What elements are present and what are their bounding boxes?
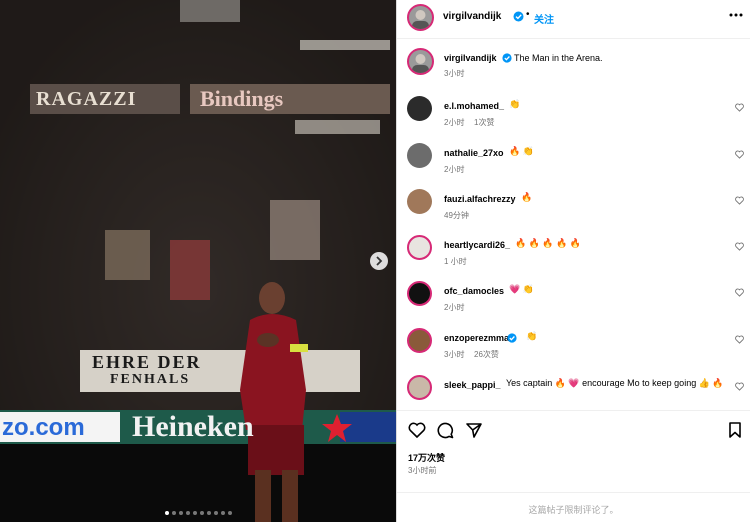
- heart-icon[interactable]: [735, 288, 744, 297]
- comment-text: 🔥 🔥 🔥 🔥 🔥: [515, 238, 582, 248]
- comment-username[interactable]: fauzi.alfachrezzy: [444, 194, 516, 204]
- comment-text: 👏: [526, 331, 538, 341]
- comment-time[interactable]: 3小时: [444, 349, 464, 360]
- caption-time: 3小时: [444, 69, 465, 78]
- avatar: [412, 10, 429, 29]
- comment-avatar[interactable]: [407, 328, 432, 353]
- comment-text: Yes captain 🔥 💗 encourage Mo to keep goi…: [506, 378, 724, 388]
- comment-item: enzoperezmma 👏 3小时 26次赞: [397, 326, 750, 370]
- comment-text: 👏: [509, 99, 521, 109]
- comment-username[interactable]: heartlycardi26_: [444, 240, 510, 250]
- carousel-dot: [164, 511, 169, 515]
- action-bar: 17万次赞 3小时前 这篇帖子限制评论了。: [397, 410, 750, 523]
- star-icon: [322, 414, 352, 442]
- comment-time[interactable]: 49分钟: [444, 210, 469, 221]
- author-avatar[interactable]: [407, 4, 434, 31]
- comment-username[interactable]: ofc_damocles: [444, 286, 504, 296]
- banner-ragazzi: RAGAZZI: [36, 88, 137, 110]
- comment-item: nathalie_27xo 🔥 👏 2小时: [397, 141, 750, 185]
- comment-time[interactable]: 1 小时: [444, 256, 467, 267]
- carousel-dot: [178, 511, 183, 515]
- comment-text: 💗 👏: [509, 284, 534, 294]
- caption: virgilvandijk The Man in the Arena. 3小时: [397, 44, 750, 84]
- avatar: [412, 54, 429, 73]
- follow-button[interactable]: 关注: [534, 11, 554, 26]
- carousel-dot: [185, 511, 190, 515]
- banner-ehre: EHRE DER: [92, 352, 202, 372]
- post-image: RAGAZZI Bindings EHRE DER FENHALS zo.com…: [0, 0, 396, 522]
- next-slide-button[interactable]: [370, 252, 388, 270]
- carousel-dot: [171, 511, 176, 515]
- comment-likes[interactable]: 1次赞: [474, 117, 494, 128]
- heart-icon[interactable]: [735, 242, 744, 251]
- comment-item: heartlycardi26_ 🔥 🔥 🔥 🔥 🔥 1 小时: [397, 233, 750, 277]
- comment-avatar[interactable]: [407, 143, 432, 168]
- banner-fenhals: FENHALS: [110, 372, 191, 387]
- comment-text: 🔥: [521, 192, 533, 202]
- comment-avatar[interactable]: [407, 189, 432, 214]
- ad-board-left: zo.com: [2, 414, 85, 441]
- author-username[interactable]: virgilvandijk: [443, 11, 501, 22]
- caption-username[interactable]: virgilvandijk: [444, 53, 497, 63]
- heart-icon[interactable]: [735, 335, 744, 344]
- carousel-dot: [192, 511, 197, 515]
- comment-time[interactable]: 2小时: [444, 302, 464, 313]
- ad-board-heineken: Heineken: [132, 410, 254, 443]
- caption-text: The Man in the Arena.: [514, 53, 603, 63]
- comment-time[interactable]: 2小时: [444, 117, 464, 128]
- send-icon[interactable]: [465, 421, 483, 439]
- carousel-dot: [227, 511, 232, 515]
- comment-likes[interactable]: 26次赞: [474, 349, 499, 360]
- dot-separator: •: [526, 9, 530, 20]
- bookmark-icon[interactable]: [728, 421, 742, 439]
- carousel-dots: [0, 511, 396, 515]
- comment-icon[interactable]: [436, 421, 454, 439]
- verified-badge-icon: [502, 53, 512, 63]
- comment-text: 🔥 👏: [509, 146, 534, 156]
- comment-avatar[interactable]: [407, 281, 432, 306]
- heart-icon[interactable]: [735, 382, 744, 391]
- post-panel: virgilvandijk • 关注 virgilvandijk The Man…: [396, 0, 750, 522]
- post-header: virgilvandijk • 关注: [397, 0, 750, 39]
- heart-icon[interactable]: [735, 103, 744, 112]
- verified-badge-icon: [513, 11, 524, 22]
- carousel-dot: [213, 511, 218, 515]
- comment-avatar[interactable]: [407, 96, 432, 121]
- comment-username[interactable]: sleek_pappi_: [444, 380, 501, 390]
- comment-username[interactable]: e.l.mohamed_: [444, 101, 504, 111]
- comment-item: e.l.mohamed_ 👏 2小时 1次赞: [397, 94, 750, 138]
- comment-avatar[interactable]: [407, 375, 432, 400]
- verified-badge-icon: [507, 333, 517, 343]
- chevron-right-icon: [376, 256, 383, 266]
- heart-icon[interactable]: [735, 150, 744, 159]
- comment-item: fauzi.alfachrezzy 🔥 49分钟: [397, 187, 750, 231]
- carousel-dot: [199, 511, 204, 515]
- comment-username[interactable]: nathalie_27xo: [444, 148, 504, 158]
- caption-avatar[interactable]: [407, 48, 434, 75]
- carousel-dot: [220, 511, 225, 515]
- comment-time[interactable]: 2小时: [444, 164, 464, 175]
- banner-bindings: Bindings: [200, 86, 284, 111]
- carousel-dot: [206, 511, 211, 515]
- likes-count[interactable]: 17万次赞: [408, 451, 445, 464]
- post-time[interactable]: 3小时前: [408, 465, 436, 476]
- heart-icon[interactable]: [735, 196, 744, 205]
- more-horizontal-icon[interactable]: [729, 12, 743, 18]
- comment-avatar[interactable]: [407, 235, 432, 260]
- comment-username[interactable]: enzoperezmma: [444, 333, 509, 343]
- restricted-text: 这篇帖子限制评论了。: [528, 505, 619, 515]
- heart-icon[interactable]: [408, 422, 426, 438]
- comment-item: ofc_damocles 💗 👏 2小时: [397, 279, 750, 323]
